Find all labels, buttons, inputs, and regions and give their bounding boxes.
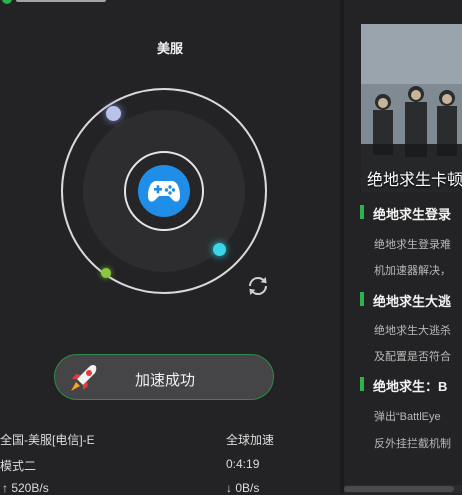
accelerate-button-label: 加速成功	[134, 372, 195, 389]
title-bar	[0, 0, 140, 6]
mode-info: 模式二	[0, 459, 37, 473]
accelerate-button[interactable]: 加速成功	[54, 354, 274, 400]
news-banner[interactable]: 绝地求生卡顿	[361, 24, 462, 192]
global-accel-label: 全球加速	[226, 433, 275, 447]
news-marker	[360, 205, 364, 219]
banner-title: 绝地求生卡顿	[367, 172, 462, 189]
news-snippet: 及配置是否符合	[374, 351, 451, 363]
news-panel: 绝地求生卡顿 绝地求生登录 绝地求生登录难 机加速器解决， 绝地求生大逃 绝地求…	[344, 0, 462, 493]
news-item-title[interactable]: 绝地求生大逃	[360, 291, 451, 310]
gamepad-icon	[148, 181, 180, 202]
news-marker	[360, 377, 364, 391]
scrollbar-thumb[interactable]	[344, 486, 454, 492]
news-title-text: 绝地求生：B	[373, 379, 448, 394]
server-name: 美服	[156, 41, 183, 56]
game-button[interactable]	[138, 165, 190, 217]
refresh-icon[interactable]	[246, 274, 270, 298]
accelerator-panel: 美服 加速成功 全国-美服[电信]-E 全球加速 模式二 0:4:19 ↑ 52…	[0, 0, 340, 495]
news-marker	[360, 292, 364, 306]
news-title-text: 绝地求生大逃	[373, 294, 452, 309]
orbit-dot-cyan	[213, 243, 226, 256]
news-snippet: 弹出“BattlEye	[374, 411, 441, 423]
news-title-text: 绝地求生登录	[373, 207, 452, 222]
news-snippet: 绝地求生登录难	[374, 239, 451, 251]
app-logo-icon	[2, 0, 12, 4]
app-title	[16, 0, 106, 2]
orbit-dot-blue	[106, 106, 121, 121]
news-item-title[interactable]: 绝地求生：B	[360, 376, 447, 395]
news-snippet: 反外挂拦截机制	[374, 438, 451, 450]
route-info: 全国-美服[电信]-E	[0, 433, 95, 447]
news-item-title[interactable]: 绝地求生登录	[360, 204, 451, 223]
speed-dial	[61, 88, 267, 294]
orbit-dot-green	[101, 268, 111, 278]
news-snippet: 绝地求生大逃杀	[374, 325, 451, 337]
elapsed-timer: 0:4:19	[226, 457, 260, 471]
news-snippet: 机加速器解决，	[374, 265, 451, 277]
